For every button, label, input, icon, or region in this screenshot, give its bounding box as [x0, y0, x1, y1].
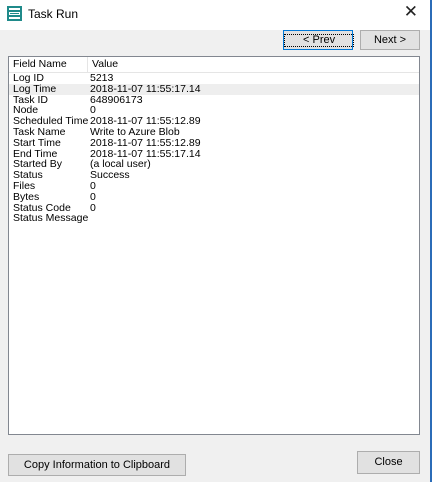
- close-icon[interactable]: ✕: [404, 4, 418, 21]
- close-button[interactable]: Close: [357, 451, 420, 474]
- list-item[interactable]: Started By (a local user): [9, 159, 419, 170]
- field-name: Start Time: [13, 136, 61, 149]
- prev-button-label: < Prev: [284, 34, 355, 47]
- list-item[interactable]: Start Time 2018-11-07 11:55:12.89: [9, 136, 419, 149]
- list-item[interactable]: Bytes 0: [9, 190, 419, 203]
- list-item[interactable]: Task ID 648906173: [9, 93, 419, 106]
- list-rows: Log ID 5213 Log Time 2018-11-07 11:55:17.1…: [9, 73, 419, 224]
- field-value: 0: [90, 190, 96, 203]
- task-app-icon: [7, 6, 22, 21]
- copy-to-clipboard-button[interactable]: Copy Information to Clipboard: [8, 454, 186, 476]
- list-header: Field Name Value: [9, 57, 419, 73]
- prev-button[interactable]: < Prev: [283, 30, 355, 50]
- list-item[interactable]: Task Name Write to Azure Blob: [9, 127, 419, 138]
- list-item[interactable]: Log ID 5213: [9, 73, 419, 84]
- list-item[interactable]: Status Success: [9, 170, 419, 181]
- list-item[interactable]: End Time 2018-11-07 11:55:17.14: [9, 148, 419, 160]
- list-item[interactable]: Status Message: [9, 213, 419, 224]
- field-value: 0: [90, 201, 96, 214]
- field-value: 2018-11-07 11:55:12.89: [90, 136, 201, 149]
- field-name: Bytes: [13, 190, 40, 203]
- column-header-value[interactable]: Value: [88, 57, 418, 72]
- next-button[interactable]: Next >: [360, 30, 420, 50]
- field-value: 648906173: [90, 93, 143, 106]
- title-bar[interactable]: Task Run ✕: [0, 0, 430, 30]
- list-item[interactable]: Scheduled Time 2018-11-07 11:55:12.89: [9, 116, 419, 127]
- list-item[interactable]: Log Time 2018-11-07 11:55:17.14: [9, 82, 419, 95]
- task-details-list[interactable]: Field Name Value Log ID 5213 Log Time 2018…: [8, 56, 420, 435]
- window-title: Task Run: [28, 7, 79, 21]
- column-header-field-name[interactable]: Field Name: [9, 57, 88, 72]
- field-name: Status Message: [13, 212, 89, 225]
- field-name: Log Time: [13, 82, 57, 95]
- list-item[interactable]: Files 0: [9, 181, 419, 192]
- field-value: 2018-11-07 11:55:17.14: [90, 82, 201, 95]
- task-run-window: Task Run ✕ < Prev Next > Field Name Valu…: [0, 0, 432, 482]
